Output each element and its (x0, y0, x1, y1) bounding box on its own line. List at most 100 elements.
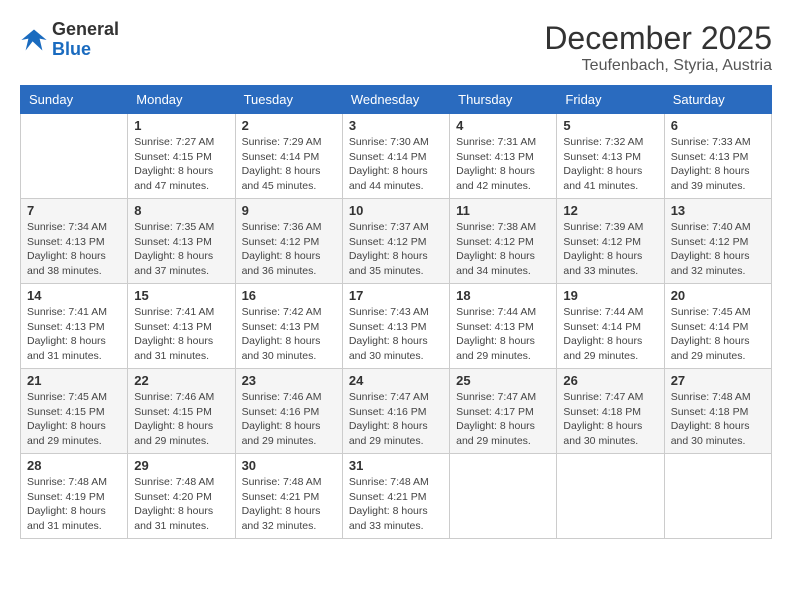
day-number: 9 (242, 203, 336, 218)
day-number: 14 (27, 288, 121, 303)
calendar-cell: 21 Sunrise: 7:45 AM Sunset: 4:15 PM Dayli… (21, 369, 128, 454)
page-header: General Blue December 2025 Teufenbach, S… (20, 20, 772, 75)
day-number: 3 (349, 118, 443, 133)
title-block: December 2025 Teufenbach, Styria, Austri… (544, 20, 772, 75)
day-number: 22 (134, 373, 228, 388)
logo-general: General (52, 20, 119, 40)
header-sunday: Sunday (21, 86, 128, 114)
day-number: 21 (27, 373, 121, 388)
day-number: 10 (349, 203, 443, 218)
day-number: 1 (134, 118, 228, 133)
week-row-2: 14 Sunrise: 7:41 AM Sunset: 4:13 PM Dayli… (21, 284, 772, 369)
calendar-cell: 19Sunrise: 7:44 AM Sunset: 4:14 PM Dayli… (557, 284, 664, 369)
header-thursday: Thursday (450, 86, 557, 114)
calendar-body: 1Sunrise: 7:27 AM Sunset: 4:15 PM Daylig… (21, 114, 772, 539)
calendar-cell: 28 Sunrise: 7:48 AM Sunset: 4:19 PM Dayli… (21, 454, 128, 539)
header-saturday: Saturday (664, 86, 771, 114)
calendar-cell: 24 Sunrise: 7:47 AM Sunset: 4:16 PM Dayli… (342, 369, 449, 454)
day-number: 13 (671, 203, 765, 218)
calendar-cell: 12Sunrise: 7:39 AM Sunset: 4:12 PM Dayli… (557, 199, 664, 284)
day-number: 8 (134, 203, 228, 218)
day-info: Sunrise: 7:31 AM Sunset: 4:13 PM Dayligh… (456, 135, 550, 194)
day-number: 28 (27, 458, 121, 473)
calendar-cell: 7 Sunrise: 7:34 AM Sunset: 4:13 PM Daylig… (21, 199, 128, 284)
day-number: 27 (671, 373, 765, 388)
week-row-1: 7 Sunrise: 7:34 AM Sunset: 4:13 PM Daylig… (21, 199, 772, 284)
calendar-cell: 18 Sunrise: 7:44 AM Sunset: 4:13 PM Dayli… (450, 284, 557, 369)
day-number: 5 (563, 118, 657, 133)
calendar-cell: 22Sunrise: 7:46 AM Sunset: 4:15 PM Dayli… (128, 369, 235, 454)
calendar-cell: 14 Sunrise: 7:41 AM Sunset: 4:13 PM Dayli… (21, 284, 128, 369)
calendar-cell: 23 Sunrise: 7:46 AM Sunset: 4:16 PM Dayli… (235, 369, 342, 454)
day-number: 6 (671, 118, 765, 133)
day-info: Sunrise: 7:46 AM Sunset: 4:16 PM Dayligh… (242, 390, 336, 449)
day-info: Sunrise: 7:34 AM Sunset: 4:13 PM Dayligh… (27, 220, 121, 279)
logo-text: General Blue (52, 20, 119, 60)
day-info: Sunrise: 7:36 AM Sunset: 4:12 PM Dayligh… (242, 220, 336, 279)
logo-blue: Blue (52, 40, 119, 60)
day-number: 30 (242, 458, 336, 473)
header-monday: Monday (128, 86, 235, 114)
day-info: Sunrise: 7:45 AM Sunset: 4:15 PM Dayligh… (27, 390, 121, 449)
calendar-cell (21, 114, 128, 199)
day-info: Sunrise: 7:47 AM Sunset: 4:16 PM Dayligh… (349, 390, 443, 449)
calendar-cell: 25 Sunrise: 7:47 AM Sunset: 4:17 PM Dayli… (450, 369, 557, 454)
calendar-cell: 27 Sunrise: 7:48 AM Sunset: 4:18 PM Dayli… (664, 369, 771, 454)
day-number: 2 (242, 118, 336, 133)
day-number: 20 (671, 288, 765, 303)
calendar-cell: 2 Sunrise: 7:29 AM Sunset: 4:14 PM Daylig… (235, 114, 342, 199)
day-info: Sunrise: 7:41 AM Sunset: 4:13 PM Dayligh… (27, 305, 121, 364)
calendar-cell: 29 Sunrise: 7:48 AM Sunset: 4:20 PM Dayli… (128, 454, 235, 539)
day-number: 15 (134, 288, 228, 303)
day-info: Sunrise: 7:48 AM Sunset: 4:21 PM Dayligh… (349, 475, 443, 534)
logo: General Blue (20, 20, 119, 60)
day-info: Sunrise: 7:29 AM Sunset: 4:14 PM Dayligh… (242, 135, 336, 194)
day-info: Sunrise: 7:48 AM Sunset: 4:18 PM Dayligh… (671, 390, 765, 449)
header-wednesday: Wednesday (342, 86, 449, 114)
day-number: 4 (456, 118, 550, 133)
day-info: Sunrise: 7:47 AM Sunset: 4:18 PM Dayligh… (563, 390, 657, 449)
calendar-cell (664, 454, 771, 539)
calendar-cell: 8 Sunrise: 7:35 AM Sunset: 4:13 PM Daylig… (128, 199, 235, 284)
calendar-cell: 17Sunrise: 7:43 AM Sunset: 4:13 PM Dayli… (342, 284, 449, 369)
header-friday: Friday (557, 86, 664, 114)
week-row-4: 28 Sunrise: 7:48 AM Sunset: 4:19 PM Dayli… (21, 454, 772, 539)
calendar-cell: 9 Sunrise: 7:36 AM Sunset: 4:12 PM Daylig… (235, 199, 342, 284)
day-info: Sunrise: 7:48 AM Sunset: 4:20 PM Dayligh… (134, 475, 228, 534)
day-number: 24 (349, 373, 443, 388)
header-row: SundayMondayTuesdayWednesdayThursdayFrid… (21, 86, 772, 114)
day-info: Sunrise: 7:40 AM Sunset: 4:12 PM Dayligh… (671, 220, 765, 279)
day-number: 19 (563, 288, 657, 303)
day-number: 29 (134, 458, 228, 473)
day-info: Sunrise: 7:39 AM Sunset: 4:12 PM Dayligh… (563, 220, 657, 279)
day-info: Sunrise: 7:35 AM Sunset: 4:13 PM Dayligh… (134, 220, 228, 279)
calendar-cell: 26Sunrise: 7:47 AM Sunset: 4:18 PM Dayli… (557, 369, 664, 454)
day-info: Sunrise: 7:48 AM Sunset: 4:19 PM Dayligh… (27, 475, 121, 534)
day-number: 16 (242, 288, 336, 303)
day-number: 31 (349, 458, 443, 473)
calendar-table: SundayMondayTuesdayWednesdayThursdayFrid… (20, 85, 772, 539)
day-info: Sunrise: 7:48 AM Sunset: 4:21 PM Dayligh… (242, 475, 336, 534)
calendar-cell: 20Sunrise: 7:45 AM Sunset: 4:14 PM Dayli… (664, 284, 771, 369)
day-info: Sunrise: 7:37 AM Sunset: 4:12 PM Dayligh… (349, 220, 443, 279)
calendar-cell: 31 Sunrise: 7:48 AM Sunset: 4:21 PM Dayli… (342, 454, 449, 539)
logo-bird-icon (20, 26, 48, 54)
calendar-cell: 3 Sunrise: 7:30 AM Sunset: 4:14 PM Daylig… (342, 114, 449, 199)
calendar-header: SundayMondayTuesdayWednesdayThursdayFrid… (21, 86, 772, 114)
week-row-0: 1Sunrise: 7:27 AM Sunset: 4:15 PM Daylig… (21, 114, 772, 199)
day-info: Sunrise: 7:47 AM Sunset: 4:17 PM Dayligh… (456, 390, 550, 449)
calendar-cell (450, 454, 557, 539)
day-number: 7 (27, 203, 121, 218)
day-info: Sunrise: 7:30 AM Sunset: 4:14 PM Dayligh… (349, 135, 443, 194)
day-info: Sunrise: 7:41 AM Sunset: 4:13 PM Dayligh… (134, 305, 228, 364)
header-tuesday: Tuesday (235, 86, 342, 114)
day-number: 18 (456, 288, 550, 303)
calendar-cell: 15 Sunrise: 7:41 AM Sunset: 4:13 PM Dayli… (128, 284, 235, 369)
location-subtitle: Teufenbach, Styria, Austria (544, 57, 772, 75)
day-number: 25 (456, 373, 550, 388)
day-info: Sunrise: 7:32 AM Sunset: 4:13 PM Dayligh… (563, 135, 657, 194)
calendar-cell: 6Sunrise: 7:33 AM Sunset: 4:13 PM Daylig… (664, 114, 771, 199)
day-info: Sunrise: 7:44 AM Sunset: 4:13 PM Dayligh… (456, 305, 550, 364)
day-number: 23 (242, 373, 336, 388)
calendar-cell: 1Sunrise: 7:27 AM Sunset: 4:15 PM Daylig… (128, 114, 235, 199)
